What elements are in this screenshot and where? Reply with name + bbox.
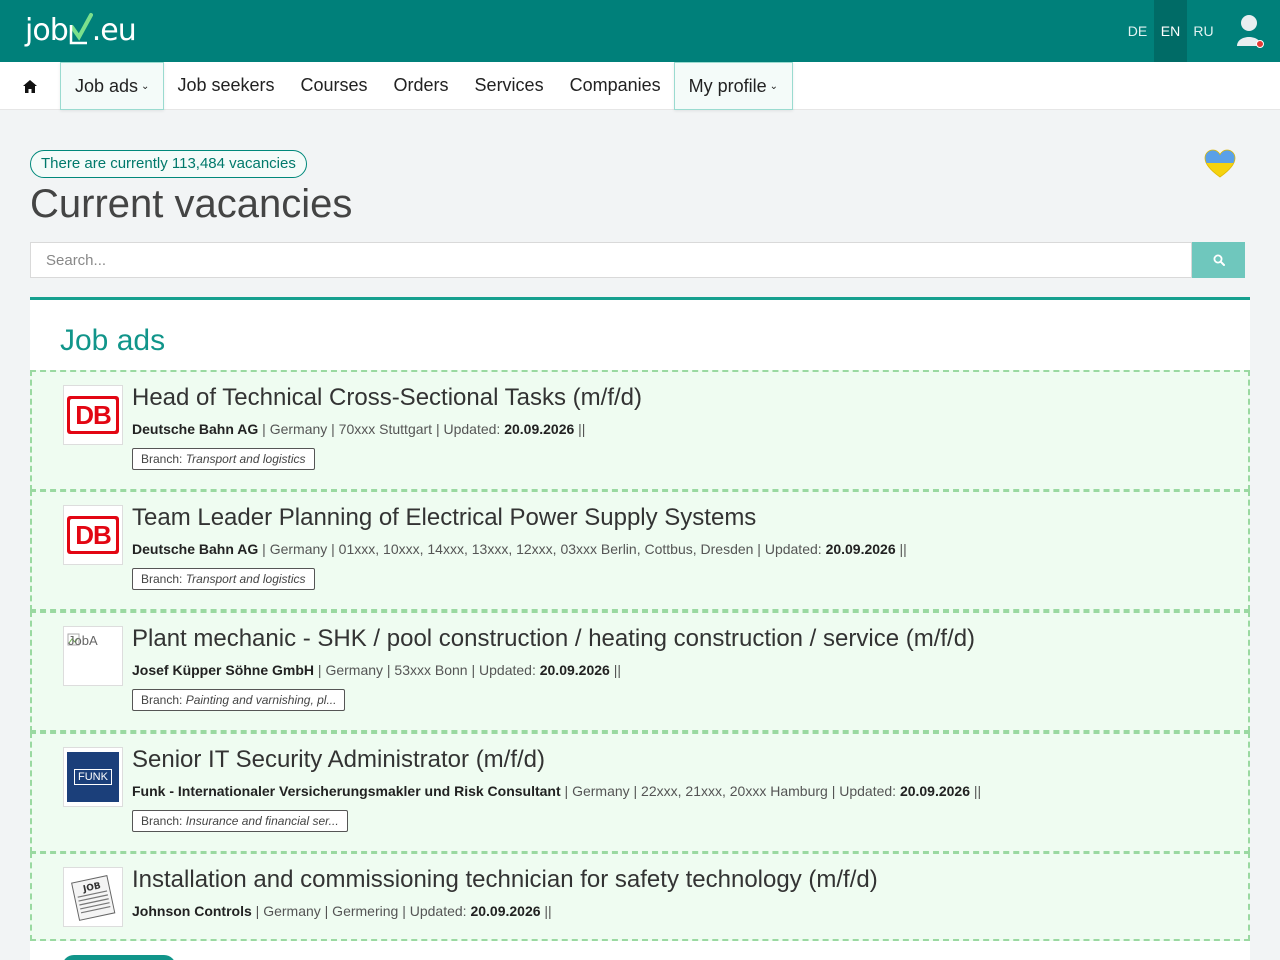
notification-dot bbox=[1256, 40, 1264, 48]
job-meta-suffix: || bbox=[609, 662, 621, 678]
page-title: Current vacancies bbox=[30, 182, 353, 226]
job-meta-suffix: || bbox=[895, 541, 907, 557]
home-icon[interactable] bbox=[0, 62, 60, 110]
nav-companies[interactable]: Companies bbox=[557, 62, 674, 110]
job-meta-suffix: || bbox=[574, 421, 586, 437]
job-meta: Josef Küpper Söhne GmbH | Germany | 53xx… bbox=[132, 662, 621, 678]
job-date: 20.09.2026 bbox=[504, 421, 575, 437]
branch-value: Painting and varnishing, pl... bbox=[185, 693, 337, 707]
company-logo[interactable]: JobA bbox=[63, 626, 123, 686]
job-meta: Funk - Internationaler Versicherungsmakl… bbox=[132, 783, 981, 799]
job-item: DB Head of Technical Cross-Sectional Tas… bbox=[30, 370, 1250, 491]
nav-services[interactable]: Services bbox=[462, 62, 557, 110]
branch-label: Branch: bbox=[141, 452, 183, 466]
branch-tag[interactable]: Branch: Transport and logistics bbox=[132, 448, 315, 470]
site-logo[interactable]: job .eu bbox=[25, 12, 137, 48]
search-button[interactable] bbox=[1192, 242, 1245, 278]
top-bar: job .eu DE EN RU bbox=[0, 0, 1280, 62]
job-meta-suffix: || bbox=[540, 903, 552, 919]
lang-de[interactable]: DE bbox=[1121, 0, 1154, 62]
logo-text-right: .eu bbox=[91, 12, 137, 48]
branch-value: Transport and logistics bbox=[185, 452, 306, 466]
branch-tag[interactable]: Branch: Insurance and financial ser... bbox=[132, 810, 348, 832]
logo-alt-text: JobA bbox=[68, 633, 98, 648]
company-name[interactable]: Josef Küpper Söhne GmbH bbox=[132, 662, 314, 678]
job-date: 20.09.2026 bbox=[539, 662, 610, 678]
job-title[interactable]: Head of Technical Cross-Sectional Tasks … bbox=[132, 384, 642, 412]
company-name[interactable]: Johnson Controls bbox=[132, 903, 252, 919]
db-logo-icon: DB bbox=[67, 516, 119, 554]
newspaper-job-icon: JOB bbox=[71, 875, 116, 921]
job-location: | Germany | 70xxx Stuttgart | Updated: bbox=[258, 421, 505, 437]
funk-logo-icon: FUNK bbox=[67, 752, 119, 802]
nav-courses[interactable]: Courses bbox=[288, 62, 381, 110]
company-name[interactable]: Deutsche Bahn AG bbox=[132, 421, 258, 437]
db-logo-icon: DB bbox=[67, 396, 119, 434]
branch-value: Transport and logistics bbox=[185, 572, 306, 586]
section-title: Job ads bbox=[60, 324, 166, 357]
more-button[interactable] bbox=[62, 955, 176, 960]
job-title[interactable]: Team Leader Planning of Electrical Power… bbox=[132, 504, 756, 532]
job-location: | Germany | 01xxx, 10xxx, 14xxx, 13xxx, … bbox=[258, 541, 826, 557]
company-logo[interactable]: FUNK bbox=[63, 747, 123, 807]
job-item: FUNK Senior IT Security Administrator (m… bbox=[30, 732, 1250, 853]
nav-job-ads-label: Job ads bbox=[75, 76, 139, 96]
lang-ru[interactable]: RU bbox=[1187, 0, 1220, 62]
main-nav: Job ads ⌄ Job seekers Courses Orders Serv… bbox=[0, 62, 1280, 110]
search-input[interactable] bbox=[30, 242, 1192, 278]
nav-job-seekers[interactable]: Job seekers bbox=[164, 62, 287, 110]
vacancies-count-badge: There are currently 113,484 vacancies bbox=[30, 150, 307, 178]
language-switcher: DE EN RU bbox=[1121, 0, 1220, 62]
job-title[interactable]: Senior IT Security Administrator (m/f/d) bbox=[132, 746, 545, 774]
company-logo[interactable]: JOB bbox=[63, 867, 123, 927]
checkmark-icon bbox=[69, 13, 93, 45]
nav-job-ads[interactable]: Job ads ⌄ bbox=[60, 62, 165, 110]
job-date: 20.09.2026 bbox=[825, 541, 896, 557]
search-icon bbox=[1213, 254, 1225, 266]
job-location: | Germany | 22xxx, 21xxx, 20xxx Hamburg … bbox=[560, 783, 900, 799]
job-date: 20.09.2026 bbox=[470, 903, 541, 919]
branch-label: Branch: bbox=[141, 572, 183, 586]
branch-label: Branch: bbox=[141, 693, 183, 707]
company-logo[interactable]: DB bbox=[63, 385, 123, 445]
nav-my-profile-label: My profile bbox=[688, 76, 767, 96]
job-item: JOB Installation and commissioning techn… bbox=[30, 852, 1250, 941]
branch-tag[interactable]: Branch: Transport and logistics bbox=[132, 568, 315, 590]
job-location: | Germany | 53xxx Bonn | Updated: bbox=[314, 662, 540, 678]
ukraine-heart-icon bbox=[1204, 148, 1236, 180]
job-item: JobA Plant mechanic - SHK / pool constru… bbox=[30, 611, 1250, 732]
job-title[interactable]: Plant mechanic - SHK / pool construction… bbox=[132, 625, 975, 653]
job-meta: Johnson Controls | Germany | Germering |… bbox=[132, 903, 552, 919]
chevron-down-icon: ⌄ bbox=[769, 81, 779, 92]
company-logo[interactable]: DB bbox=[63, 505, 123, 565]
job-item: DB Team Leader Planning of Electrical Po… bbox=[30, 490, 1250, 611]
job-meta: Deutsche Bahn AG | Germany | 01xxx, 10xx… bbox=[132, 541, 907, 557]
company-name[interactable]: Funk - Internationaler Versicherungsmakl… bbox=[132, 783, 561, 799]
branch-tag[interactable]: Branch: Painting and varnishing, pl... bbox=[132, 689, 346, 711]
search-bar bbox=[30, 242, 1245, 278]
job-date: 20.09.2026 bbox=[899, 783, 971, 799]
job-title[interactable]: Installation and commissioning technicia… bbox=[132, 866, 878, 894]
job-ads-card: Job ads DB Head of Technical Cross-Secti… bbox=[30, 297, 1250, 960]
branch-label: Branch: bbox=[141, 814, 183, 828]
logo-text-left: job bbox=[25, 12, 69, 48]
branch-value: Insurance and financial ser... bbox=[185, 814, 339, 828]
job-location: | Germany | Germering | Updated: bbox=[251, 903, 471, 919]
chevron-down-icon: ⌄ bbox=[141, 81, 150, 92]
nav-orders[interactable]: Orders bbox=[381, 62, 462, 110]
job-meta: Deutsche Bahn AG | Germany | 70xxx Stutt… bbox=[132, 421, 585, 437]
nav-my-profile[interactable]: My profile ⌄ bbox=[673, 62, 794, 110]
job-meta-suffix: || bbox=[970, 783, 982, 799]
company-name[interactable]: Deutsche Bahn AG bbox=[132, 541, 258, 557]
lang-en[interactable]: EN bbox=[1154, 0, 1187, 62]
